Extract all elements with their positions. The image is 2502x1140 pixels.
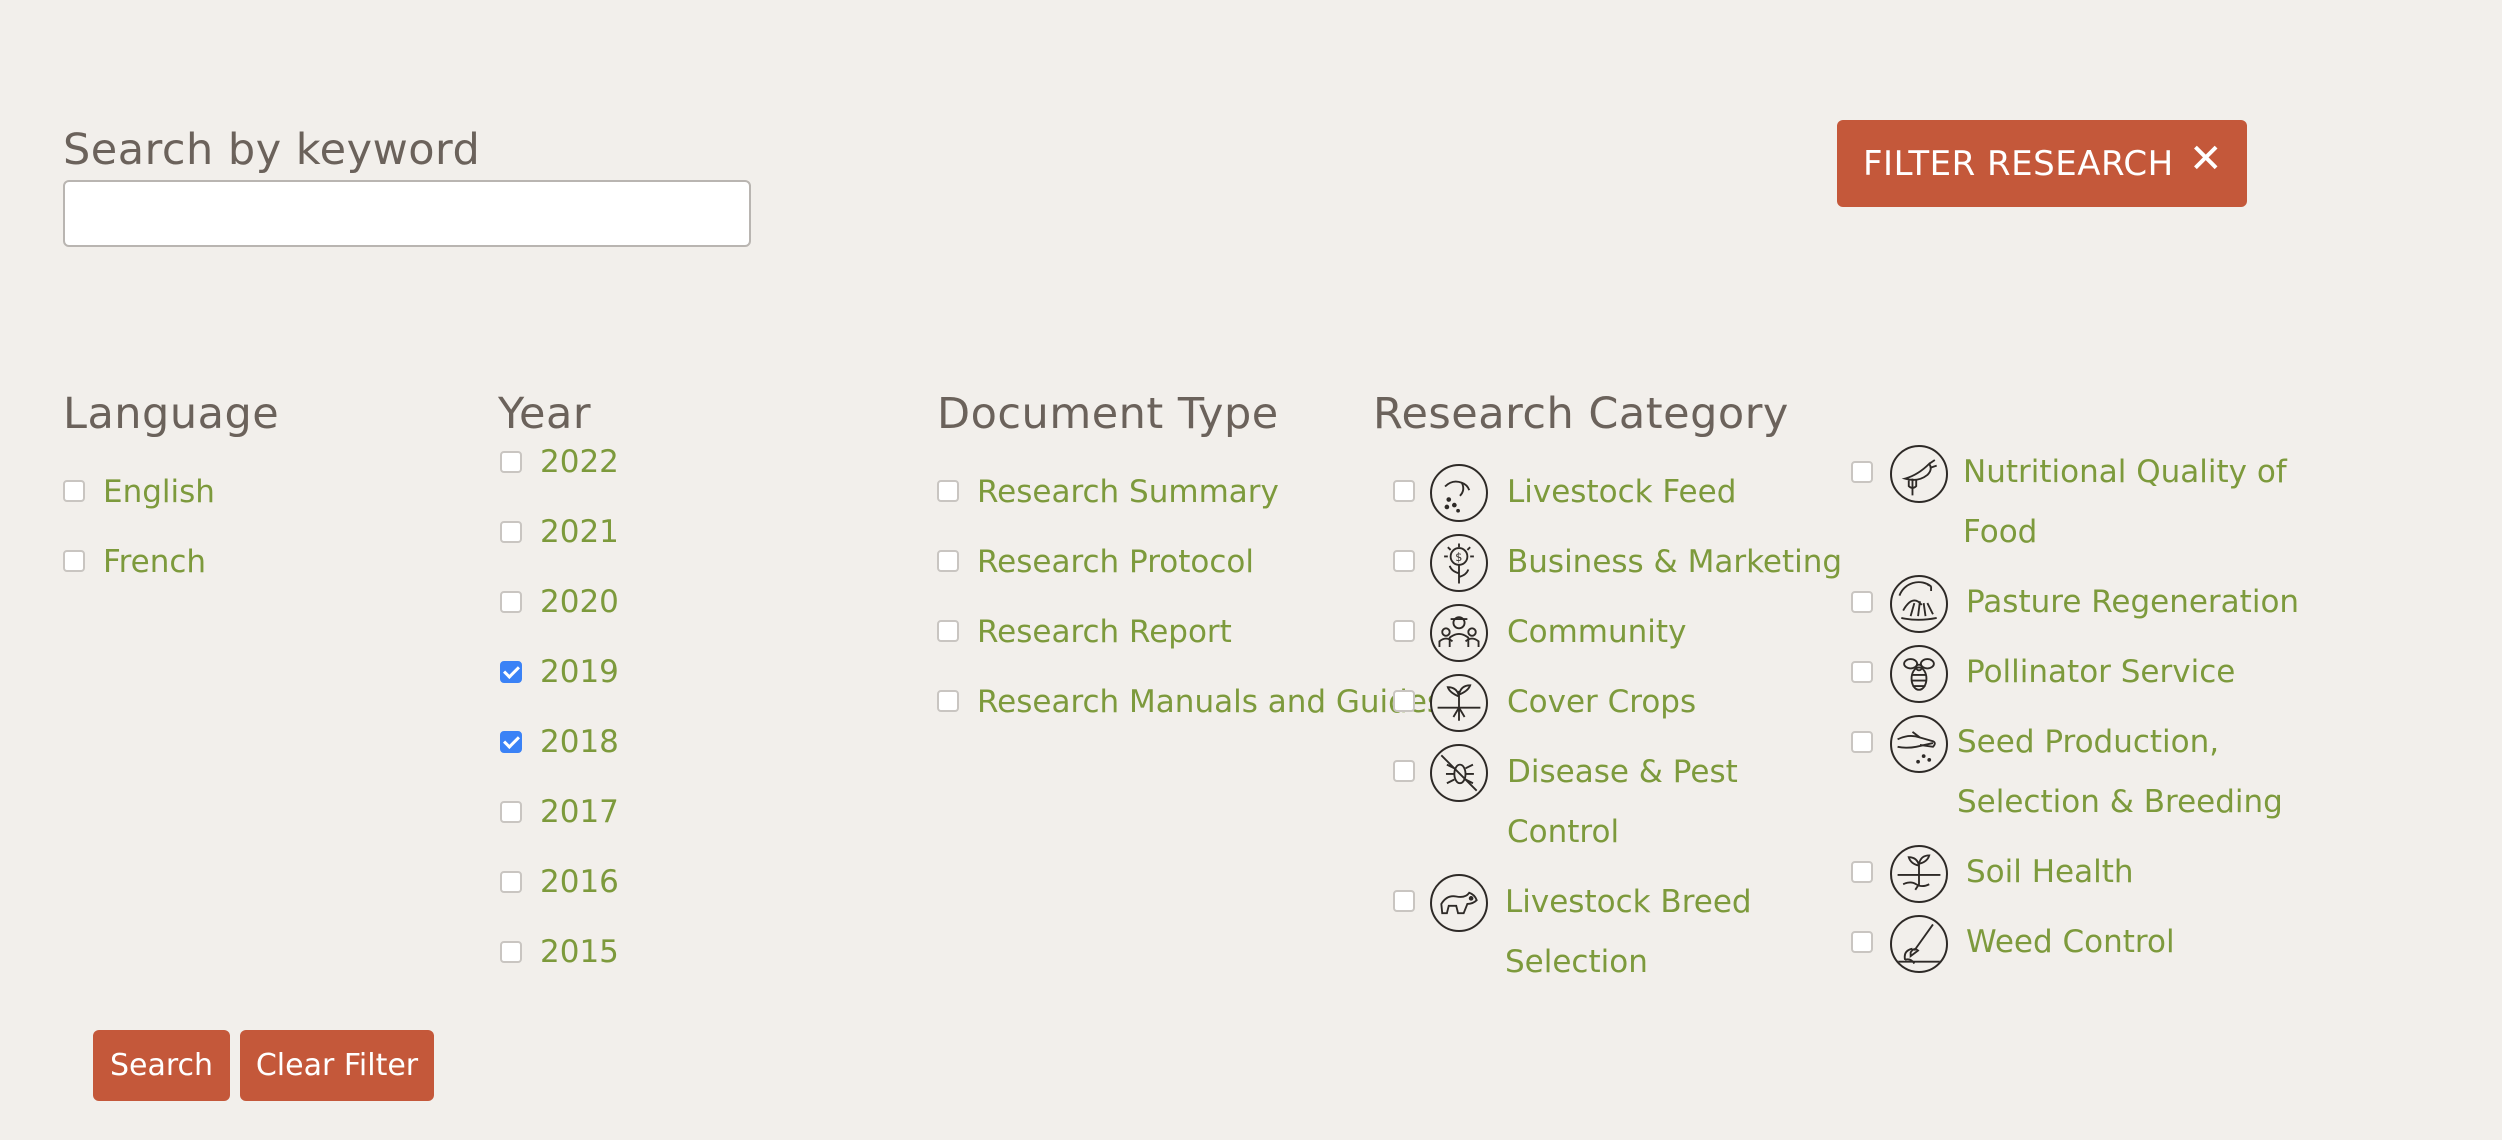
community-icon	[1430, 604, 1488, 662]
category-label-line2[interactable]: Food	[1963, 514, 2037, 551]
category-label-line2[interactable]: Selection & Breeding	[1957, 784, 2283, 821]
livestock-feed-icon	[1430, 464, 1488, 522]
language-checkbox-french[interactable]	[63, 550, 85, 572]
document-type-option[interactable]: Research Summary	[977, 474, 1279, 511]
category-checkbox-nutritional-quality[interactable]	[1851, 461, 1873, 483]
category-label[interactable]: Nutritional Quality of	[1963, 454, 2287, 491]
year-option[interactable]: 2022	[540, 444, 619, 481]
search-input[interactable]	[63, 180, 751, 247]
language-option-french[interactable]: French	[103, 544, 206, 581]
svg-text:$: $	[1455, 551, 1462, 564]
research-category-heading: Research Category	[1373, 389, 1789, 439]
category-label[interactable]: Livestock Feed	[1507, 474, 1736, 511]
year-checkbox[interactable]	[500, 451, 522, 473]
year-option[interactable]: 2017	[540, 794, 619, 831]
category-label[interactable]: Seed Production,	[1957, 724, 2219, 761]
document-type-checkbox[interactable]	[937, 550, 959, 572]
category-label[interactable]: Soil Health	[1966, 854, 2134, 891]
year-checkbox[interactable]	[500, 661, 522, 683]
category-label[interactable]: Pollinator Service	[1966, 654, 2235, 691]
category-checkbox-business-marketing[interactable]	[1393, 550, 1415, 572]
category-checkbox-livestock-breed-selection[interactable]	[1393, 890, 1415, 912]
document-type-option[interactable]: Research Protocol	[977, 544, 1254, 581]
weed-control-icon	[1890, 915, 1948, 973]
soil-health-icon	[1890, 845, 1948, 903]
year-heading: Year	[498, 389, 592, 439]
year-option[interactable]: 2019	[540, 654, 619, 691]
filter-research-label: FILTER RESEARCH	[1863, 143, 2174, 184]
year-checkbox[interactable]	[500, 871, 522, 893]
document-type-option[interactable]: Research Manuals and Guides	[977, 684, 1443, 721]
cover-crops-icon	[1430, 674, 1488, 732]
pollinator-service-icon	[1890, 645, 1948, 703]
year-checkbox[interactable]	[500, 591, 522, 613]
year-checkbox[interactable]	[500, 941, 522, 963]
category-label[interactable]: Weed Control	[1966, 924, 2175, 961]
document-type-checkbox[interactable]	[937, 690, 959, 712]
filter-research-button[interactable]: FILTER RESEARCH ✕	[1837, 120, 2247, 207]
year-checkbox[interactable]	[500, 801, 522, 823]
clear-filter-button[interactable]: Clear Filter	[240, 1030, 434, 1101]
category-checkbox-pollinator-service[interactable]	[1851, 661, 1873, 683]
language-heading: Language	[63, 389, 280, 439]
close-icon[interactable]: ✕	[2189, 139, 2223, 179]
disease-pest-control-icon	[1430, 744, 1488, 802]
category-label[interactable]: Community	[1507, 614, 1686, 651]
document-type-checkbox[interactable]	[937, 620, 959, 642]
category-checkbox-livestock-feed[interactable]	[1393, 480, 1415, 502]
language-option-english[interactable]: English	[103, 474, 215, 511]
year-checkbox[interactable]	[500, 521, 522, 543]
category-checkbox-seed-production[interactable]	[1851, 731, 1873, 753]
document-type-checkbox[interactable]	[937, 480, 959, 502]
category-checkbox-cover-crops[interactable]	[1393, 690, 1415, 712]
category-checkbox-soil-health[interactable]	[1851, 861, 1873, 883]
year-option[interactable]: 2020	[540, 584, 619, 621]
category-label[interactable]: Cover Crops	[1507, 684, 1696, 721]
year-option[interactable]: 2016	[540, 864, 619, 901]
business-marketing-icon: $	[1430, 534, 1488, 592]
category-checkbox-community[interactable]	[1393, 620, 1415, 642]
document-type-option[interactable]: Research Report	[977, 614, 1232, 651]
category-checkbox-pasture-regeneration[interactable]	[1851, 591, 1873, 613]
year-option[interactable]: 2021	[540, 514, 619, 551]
category-label[interactable]: Pasture Regeneration	[1966, 584, 2299, 621]
livestock-breed-selection-icon	[1430, 874, 1488, 932]
language-checkbox-english[interactable]	[63, 480, 85, 502]
search-button[interactable]: Search	[93, 1030, 230, 1101]
search-label: Search by keyword	[63, 125, 481, 175]
category-label[interactable]: Disease & Pest	[1507, 754, 1738, 791]
category-checkbox-weed-control[interactable]	[1851, 931, 1873, 953]
category-checkbox-disease-pest-control[interactable]	[1393, 760, 1415, 782]
year-option[interactable]: 2018	[540, 724, 619, 761]
category-label[interactable]: Livestock Breed	[1505, 884, 1752, 921]
category-label-line2[interactable]: Control	[1507, 814, 1619, 851]
category-label[interactable]: Business & Marketing	[1507, 544, 1842, 581]
pasture-regeneration-icon	[1890, 575, 1948, 633]
document-type-heading: Document Type	[937, 389, 1279, 439]
year-checkbox[interactable]	[500, 731, 522, 753]
year-option[interactable]: 2015	[540, 934, 619, 971]
nutritional-quality-icon	[1890, 445, 1948, 503]
category-label-line2[interactable]: Selection	[1505, 944, 1648, 981]
seed-production-icon	[1890, 715, 1948, 773]
